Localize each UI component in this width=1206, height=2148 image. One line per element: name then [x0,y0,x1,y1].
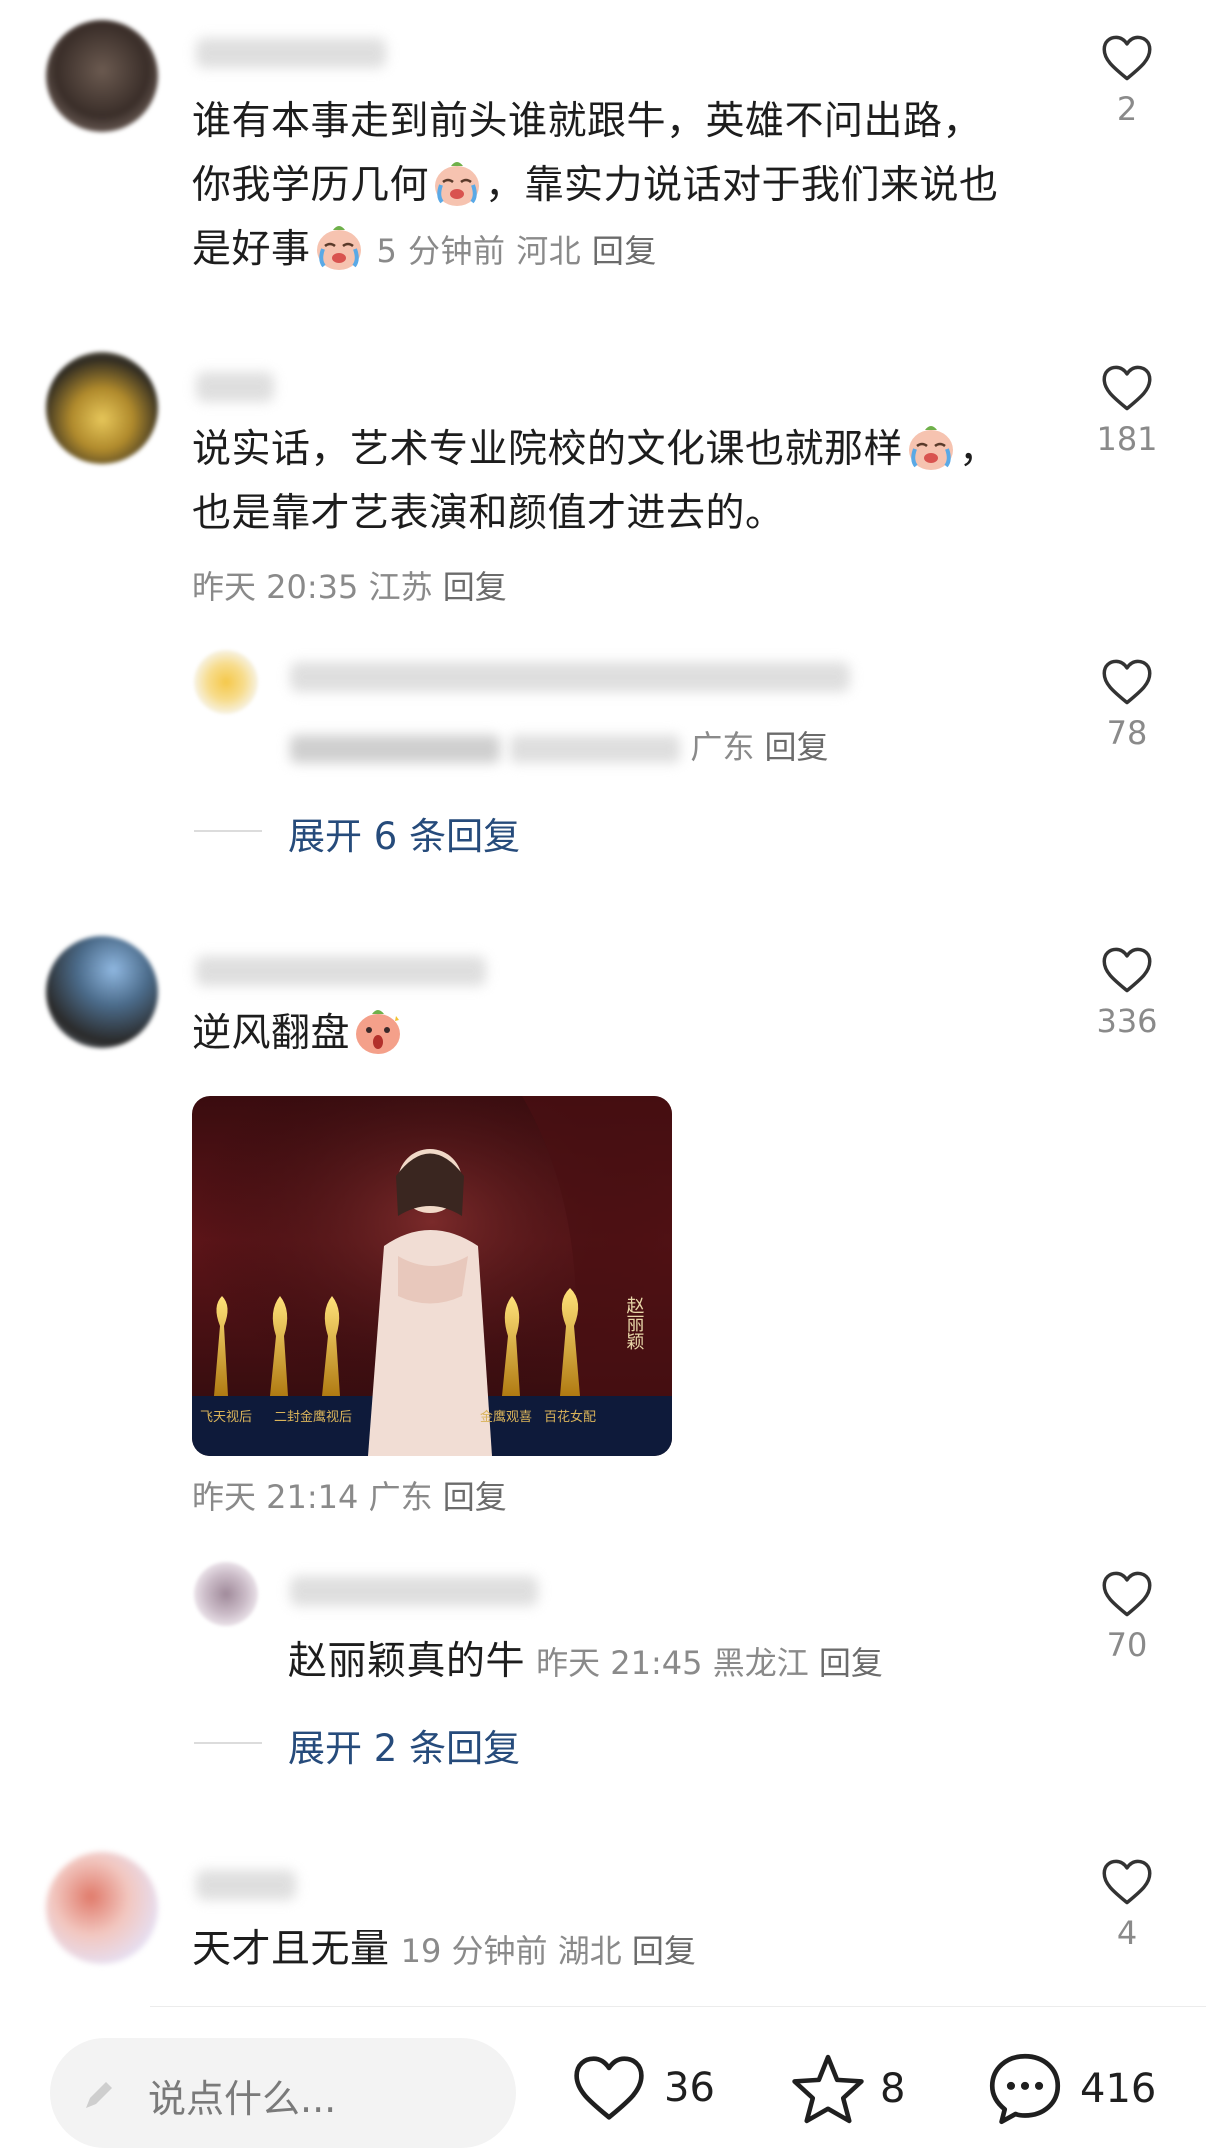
star-outline-icon [792,2054,864,2124]
avatar[interactable] [46,352,158,464]
heart-outline-icon [1101,34,1153,82]
like-button[interactable]: 4 [1092,1858,1162,1952]
comment-time: 昨天 21:14 [192,1478,359,1516]
poster-label: 金鹰观喜 [480,1409,532,1425]
like-button[interactable]: 2 [1092,34,1162,128]
like-count: 36 [664,2065,715,2111]
avatar[interactable] [194,1562,258,1626]
heart-outline-icon [574,2056,644,2120]
divider [194,1742,262,1744]
comment-text: 天才且无量 19 分钟前 湖北 回复 [192,1918,696,1982]
heart-outline-icon [1101,364,1153,412]
comment-line: 也是靠才艺表演和颜值才进去的。 [192,491,785,536]
sub-reply-content: 赵丽颖真的牛 昨天 21:45 黑龙江 回复 [288,1630,883,1694]
blurred-text [510,735,681,763]
like-count: 2 [1116,90,1138,128]
shocked-emoji-icon [352,1006,404,1056]
reply-button[interactable]: 回复 [592,232,657,270]
comment-text: 谁有本事走到前头谁就跟牛，英雄不问出路， 你我学历几何 ，靠实力说话对于我们来说也… [192,90,1062,282]
divider [194,830,262,832]
comment-line: 是好事 [192,227,311,272]
comment-image[interactable]: 飞天视后 二封金鹰视后 金鹰观喜 百花女配 赵丽颖 [192,1096,672,1456]
username[interactable] [196,1870,296,1900]
comment-line: 你我学历几何 [192,163,430,208]
comment-line: 说实话，艺术专业院校的文化课也就那样 [192,427,904,472]
heart-outline-icon [1101,1858,1153,1906]
like-button[interactable]: 336 [1092,946,1162,1040]
comment-line: ， [959,427,999,472]
expand-replies-button[interactable]: 展开 6 条回复 [288,806,520,860]
like-button[interactable]: 181 [1092,364,1162,458]
expand-replies-button[interactable]: 展开 2 条回复 [288,1718,520,1772]
poster-label: 百花女配 [544,1409,596,1425]
comment-region: 湖北 [557,1932,622,1970]
sub-reply-text: 赵丽颖真的牛 [288,1639,526,1684]
blurred-text [290,735,500,763]
comment-meta: 昨天 21:14 广东 回复 [192,1474,507,1520]
like-button[interactable]: 78 [1092,658,1162,752]
reply-button[interactable]: 回复 [819,1644,883,1682]
poster-label: 飞天视后 [200,1410,252,1425]
username[interactable] [196,956,486,986]
poster-name: 赵丽颖 [624,1296,645,1350]
crying-emoji-icon [313,222,365,272]
like-count: 70 [1106,1626,1148,1664]
like-count: 181 [1096,420,1158,458]
heart-outline-icon [1101,658,1153,706]
avatar[interactable] [46,1852,158,1964]
reply-button[interactable]: 回复 [765,728,829,766]
crying-emoji-icon [431,158,483,208]
comment-time: 昨天 20:35 [192,568,359,606]
comment-region: 黑龙江 [712,1644,809,1682]
comment-region: 广东 [690,728,755,766]
like-button[interactable]: 70 [1092,1570,1162,1664]
username[interactable] [290,662,850,692]
comment-time: 19 分钟前 [400,1932,548,1970]
comment-action[interactable]: 416 [986,2050,1156,2128]
comment-text: 说实话，艺术专业院校的文化课也就那样 ， 也是靠才艺表演和颜值才进去的。 [192,418,1062,546]
like-count: 4 [1116,1914,1138,1952]
comment-line: 谁有本事走到前头谁就跟牛，英雄不问出路， [192,99,983,144]
favorite-action[interactable]: 8 [790,2052,905,2126]
input-placeholder: 说点什么... [148,2077,337,2121]
like-count: 336 [1096,1002,1158,1040]
reply-button[interactable]: 回复 [443,1478,507,1516]
comment-count: 416 [1080,2066,1157,2112]
poster-label: 二封金鹰视后 [274,1409,352,1425]
heart-outline-icon [1101,1570,1153,1618]
username[interactable] [290,1576,538,1606]
comment-region: 广东 [368,1478,433,1516]
like-count: 78 [1106,714,1148,752]
comment-region: 河北 [516,232,582,270]
comment-meta: 昨天 20:35 江苏 回复 [192,564,507,610]
crying-emoji-icon [905,422,957,472]
star-count: 8 [880,2066,906,2112]
comment-line: ，靠实力说话对于我们来说也 [485,163,999,208]
avatar[interactable] [194,650,258,714]
comment-region: 江苏 [368,568,433,606]
username[interactable] [196,38,386,68]
comment-time: 昨天 21:45 [536,1644,703,1682]
heart-outline-icon [1101,946,1153,994]
comment-line: 逆风翻盘 [192,1011,351,1056]
reply-button[interactable]: 回复 [443,568,507,606]
comment-time: 5 分钟前 [376,232,506,270]
pen-icon [86,2082,112,2108]
avatar[interactable] [46,936,158,1048]
comment-text: 逆风翻盘 [192,1002,406,1066]
username[interactable] [196,372,274,402]
comment-input[interactable]: 说点什么... [50,2038,516,2148]
sub-reply-meta: 广东 回复 [290,724,829,770]
award-poster-illustration: 飞天视后 二封金鹰视后 金鹰观喜 百花女配 赵丽颖 [192,1096,672,1456]
reply-button[interactable]: 回复 [632,1932,696,1970]
avatar[interactable] [46,20,158,132]
bottom-bar [150,2006,1206,2008]
comment-line: 天才且无量 [192,1927,390,1972]
speech-bubble-icon [989,2053,1061,2125]
like-action[interactable]: 36 [572,2054,715,2122]
